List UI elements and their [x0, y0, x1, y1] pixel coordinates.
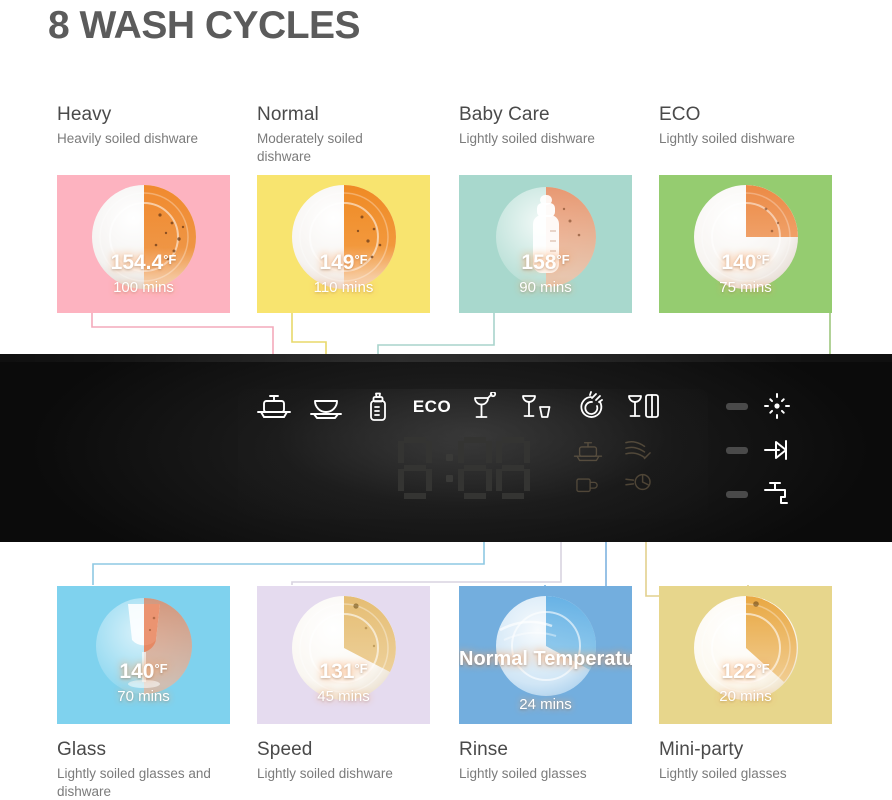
cycle-temp-glass: 140°F — [119, 660, 168, 683]
page-title: 8 WASH CYCLES — [48, 4, 361, 47]
cycle-tile-speed[interactable]: 131°F 45 mins — [257, 586, 430, 724]
cycle-title-heavy: Heavy — [57, 104, 112, 125]
cycle-desc-baby-care: Lightly soiled dishware — [459, 131, 595, 146]
faucet-icon — [760, 477, 794, 511]
cycle-title-speed: Speed — [257, 739, 313, 760]
panel-button-mini-party[interactable] — [622, 388, 666, 426]
status-glyph-mug-icon — [572, 472, 600, 501]
cycle-temp-normal: 149°F — [319, 251, 368, 274]
cycle-desc-speed: Lightly soiled dishware — [257, 766, 393, 781]
indicator-water[interactable] — [726, 474, 806, 514]
cycle-title-rinse: Rinse — [459, 739, 509, 760]
display-digit-2 — [458, 437, 492, 499]
indicator-rinse-aid[interactable] — [726, 386, 806, 426]
cycle-desc-glass: Lightly soiled glasses and dishware — [57, 766, 211, 799]
cycle-tile-glass[interactable]: 140°F 70 mins — [57, 586, 230, 724]
panel-button-speed[interactable] — [514, 388, 558, 426]
display-digit-1 — [398, 437, 432, 499]
cycle-desc-eco: Lightly soiled dishware — [659, 131, 795, 146]
indicator-dash — [726, 446, 748, 454]
cycle-title-mini-party: Mini-party — [659, 739, 744, 760]
cycle-desc-mini-party: Lightly soiled glasses — [659, 766, 787, 781]
status-glyph-waves-icon — [622, 438, 654, 469]
infographic-root: 8 WASH CYCLES Heavy Heavily soiled dishw… — [0, 0, 892, 800]
rinse-splash-icon — [576, 391, 608, 423]
cycle-title-eco: ECO — [659, 104, 701, 125]
cycle-title-glass: Glass — [57, 739, 107, 760]
cycle-temp-baby-care: 158°F — [521, 251, 570, 274]
cycle-desc-rinse: Lightly soiled glasses — [459, 766, 587, 781]
panel-button-eco[interactable]: ECO — [404, 388, 460, 426]
pot-icon — [255, 393, 293, 421]
cycle-duration-eco: 75 mins — [719, 279, 772, 296]
display-colon — [446, 437, 454, 499]
cycle-temp-mini-party: 122°F — [721, 660, 770, 683]
cycle-tile-eco[interactable]: 140°F 75 mins — [659, 175, 832, 313]
panel-button-heavy[interactable] — [252, 388, 296, 426]
two-glasses-icon — [626, 392, 662, 422]
bowl-plate-icon — [307, 393, 345, 421]
cycle-duration-heavy: 100 mins — [113, 279, 174, 296]
sparkle-icon — [760, 389, 794, 423]
arrow-diode-icon — [760, 433, 794, 467]
glass-tumbler-icon — [519, 392, 553, 422]
cycle-temp-eco: 140°F — [721, 251, 770, 274]
panel-button-baby-care[interactable] — [356, 388, 400, 426]
cycle-tile-normal[interactable]: 149°F 110 mins — [257, 175, 430, 313]
cycle-tile-baby-care[interactable]: 158°F 90 mins — [459, 175, 632, 313]
cycle-duration-normal: 110 mins — [313, 279, 374, 296]
cycle-title-normal: Normal — [257, 104, 319, 125]
panel-button-normal[interactable] — [304, 388, 348, 426]
indicator-dash — [726, 490, 748, 498]
cycle-duration-mini-party: 20 mins — [719, 688, 772, 705]
indicator-dash — [726, 402, 748, 410]
digital-display: 8:88 — [398, 437, 530, 499]
display-digit-3 — [496, 437, 530, 499]
cycle-duration-speed: 45 mins — [317, 688, 370, 705]
cycle-desc-normal: Moderately soiled dishware — [257, 131, 363, 164]
cycle-temp-heavy: 154.4°F — [110, 251, 177, 274]
cycle-tile-rinse[interactable]: Normal Temperature 24 mins — [459, 586, 632, 724]
panel-button-glass[interactable] — [462, 388, 506, 426]
panel-sheen — [0, 354, 892, 362]
cycle-duration-baby-care: 90 mins — [519, 279, 572, 296]
cocktail-glass-icon — [469, 392, 499, 422]
cycle-tile-heavy[interactable]: 154.4°F 100 mins — [57, 175, 230, 313]
cycle-duration-rinse: 24 mins — [519, 696, 572, 713]
cycle-title-baby-care: Baby Care — [459, 104, 550, 125]
status-glyph-pot-icon — [572, 440, 604, 469]
indicator-cluster — [726, 386, 806, 506]
panel-button-rinse[interactable] — [570, 388, 614, 426]
cycle-duration-glass: 70 mins — [117, 688, 170, 705]
baby-bottle-icon — [365, 392, 391, 422]
status-glyph-spray-icon — [622, 470, 654, 499]
cycle-tile-mini-party[interactable]: 122°F 20 mins — [659, 586, 832, 724]
cycle-temp-rinse: Normal Temperature — [459, 648, 632, 670]
cycle-temp-speed: 131°F — [319, 660, 368, 683]
indicator-dispense[interactable] — [726, 430, 806, 470]
cycle-desc-heavy: Heavily soiled dishware — [57, 131, 199, 146]
